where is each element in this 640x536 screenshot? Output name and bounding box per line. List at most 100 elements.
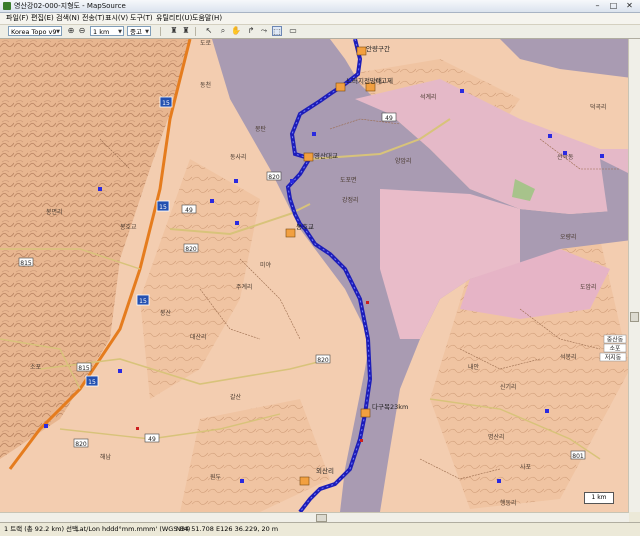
- place-label: 강정리: [342, 196, 359, 204]
- status-format: Lat/Lon hddd°mm.mmm' (WGS 84): [76, 525, 191, 533]
- road-badge: 820: [315, 354, 331, 364]
- waypoint-flag-icon[interactable]: [285, 228, 296, 238]
- scale-select[interactable]: 1 km ▼: [90, 26, 124, 36]
- place-label: 도포면: [340, 176, 357, 184]
- waypoint-label: 안량구간: [366, 44, 390, 53]
- waypoint-flag-icon[interactable]: [360, 408, 371, 418]
- distance-tool-icon[interactable]: ▭: [288, 26, 298, 36]
- pointer-tool-icon[interactable]: ↖: [204, 26, 214, 36]
- waypoint-find-icon[interactable]: ♜: [169, 26, 179, 36]
- place-label: 해남: [100, 453, 112, 461]
- place-badge: 저지동: [599, 352, 627, 362]
- svg-text:15: 15: [162, 100, 170, 107]
- svg-text:중산동: 중산동: [607, 336, 624, 344]
- place-label: 도로: [200, 40, 212, 47]
- svg-text:820: 820: [317, 357, 329, 364]
- vertical-scroll-thumb[interactable]: [630, 312, 639, 322]
- waypoint-label: 다구목23km: [372, 402, 408, 411]
- place-label: 봉산: [160, 309, 172, 317]
- highway-shield: 15: [156, 200, 170, 212]
- status-bar: 1 트랙 (총 92.2 km) 선택 Lat/Lon hddd°mm.mmm'…: [0, 522, 640, 536]
- chevron-down-icon: ▼: [118, 29, 122, 35]
- place-label: 대산리: [190, 333, 207, 341]
- road-badge: 815: [18, 257, 34, 267]
- place-label: 덕곡리: [590, 103, 607, 111]
- maximize-button[interactable]: □: [606, 0, 621, 11]
- title-bar: 영산강02-000-지형도 - MapSource – □ ✕: [0, 0, 640, 13]
- road-badge: 49: [381, 112, 397, 122]
- svg-text:49: 49: [148, 436, 156, 443]
- menu-tools[interactable]: 도구(T): [130, 13, 153, 24]
- menu-edit[interactable]: 편집(E): [31, 13, 54, 24]
- vertical-scrollbar[interactable]: [628, 39, 640, 512]
- route-find-icon[interactable]: ♜: [181, 26, 191, 36]
- map-canvas[interactable]: 안량구간 느러지전망대 석고제 영산대교 봉호교 다구목23km 외산리 15 …: [0, 39, 640, 512]
- chevron-down-icon: ▼: [145, 29, 149, 35]
- close-button[interactable]: ✕: [622, 0, 637, 11]
- toolbar-separator: [160, 27, 161, 36]
- svg-text:저지동: 저지동: [605, 354, 622, 362]
- svg-text:49: 49: [385, 115, 393, 122]
- place-label: 양암리: [395, 157, 412, 165]
- svg-text:815: 815: [78, 365, 90, 372]
- svg-text:815: 815: [20, 260, 32, 267]
- road-badge: 820: [183, 243, 199, 253]
- map-product-select[interactable]: Korea Topo v9 ▼: [8, 26, 62, 36]
- waypoint-flag-icon[interactable]: [356, 46, 367, 56]
- window-title: 영산강02-000-지형도 - MapSource: [14, 2, 126, 10]
- detail-value: 중고: [130, 28, 142, 36]
- zoom-in-icon[interactable]: ⊕: [66, 26, 76, 36]
- place-label: 석봉리: [560, 353, 577, 361]
- place-label: 봉호교: [120, 223, 137, 231]
- menu-search[interactable]: 검색(N): [56, 13, 80, 24]
- place-label: 행동리: [500, 499, 517, 507]
- hand-tool-icon[interactable]: ✋: [231, 26, 241, 36]
- waypoint-flag-icon[interactable]: [299, 476, 310, 486]
- road-badge: 820: [73, 438, 89, 448]
- zoom-out-icon[interactable]: ⊖: [77, 26, 87, 36]
- place-label: 도암리: [580, 283, 597, 291]
- svg-text:소포: 소포: [609, 346, 621, 353]
- menu-help[interactable]: 도움말(H): [192, 13, 222, 24]
- menu-file[interactable]: 파일(F): [6, 13, 28, 24]
- place-label: 사포: [520, 463, 532, 471]
- zoom-tool-icon[interactable]: ⌕: [218, 26, 228, 36]
- detail-select[interactable]: 중고 ▼: [127, 26, 151, 36]
- horizontal-scroll-thumb[interactable]: [316, 514, 327, 522]
- select-tool-icon[interactable]: ⬚: [272, 26, 282, 36]
- waypoint-label: 외산리: [316, 466, 334, 475]
- track-tool-icon[interactable]: ⤳: [259, 26, 269, 36]
- road-badge: 820: [266, 171, 282, 181]
- place-label: 동사리: [230, 153, 247, 161]
- place-badge: 중산동: [603, 334, 627, 344]
- menu-view[interactable]: 표시(V): [105, 13, 128, 24]
- svg-text:15: 15: [88, 379, 96, 386]
- highway-shield: 15: [85, 375, 99, 387]
- place-label: 갈산: [230, 393, 242, 401]
- place-label: 몽탄: [255, 125, 267, 133]
- road-badge: 801: [570, 450, 586, 460]
- waypoint-flag-icon[interactable]: [335, 82, 346, 92]
- place-badge: 소포: [603, 343, 627, 353]
- menu-bar: 파일(F) 편집(E) 검색(N) 전송(T) 표시(V) 도구(T) 유틸리티…: [0, 13, 640, 25]
- map-drawing: 안량구간 느러지전망대 석고제 영산대교 봉호교 다구목23km 외산리 15 …: [0, 39, 640, 512]
- route-tool-icon[interactable]: ↱: [246, 26, 256, 36]
- place-label: 주계리: [236, 283, 253, 291]
- highway-shield: 15: [159, 96, 173, 108]
- road-badge: 815: [76, 362, 92, 372]
- svg-text:49: 49: [185, 207, 193, 214]
- minimize-button[interactable]: –: [590, 0, 605, 11]
- place-label: 신기리: [500, 383, 517, 391]
- place-label: 오량리: [560, 233, 577, 241]
- menu-transfer[interactable]: 전송(T): [82, 13, 105, 24]
- svg-text:820: 820: [268, 174, 280, 181]
- app-icon: [3, 2, 11, 10]
- svg-text:15: 15: [139, 298, 147, 305]
- place-label: 내안: [468, 363, 480, 371]
- waypoint-label: 봉호교: [296, 223, 314, 231]
- place-label: 동천: [200, 81, 211, 89]
- waypoint-label: 석고제: [375, 76, 393, 85]
- menu-utility[interactable]: 유틸리티(U): [156, 13, 192, 24]
- waypoint-flag-icon[interactable]: [303, 152, 314, 162]
- horizontal-scrollbar[interactable]: [0, 512, 629, 522]
